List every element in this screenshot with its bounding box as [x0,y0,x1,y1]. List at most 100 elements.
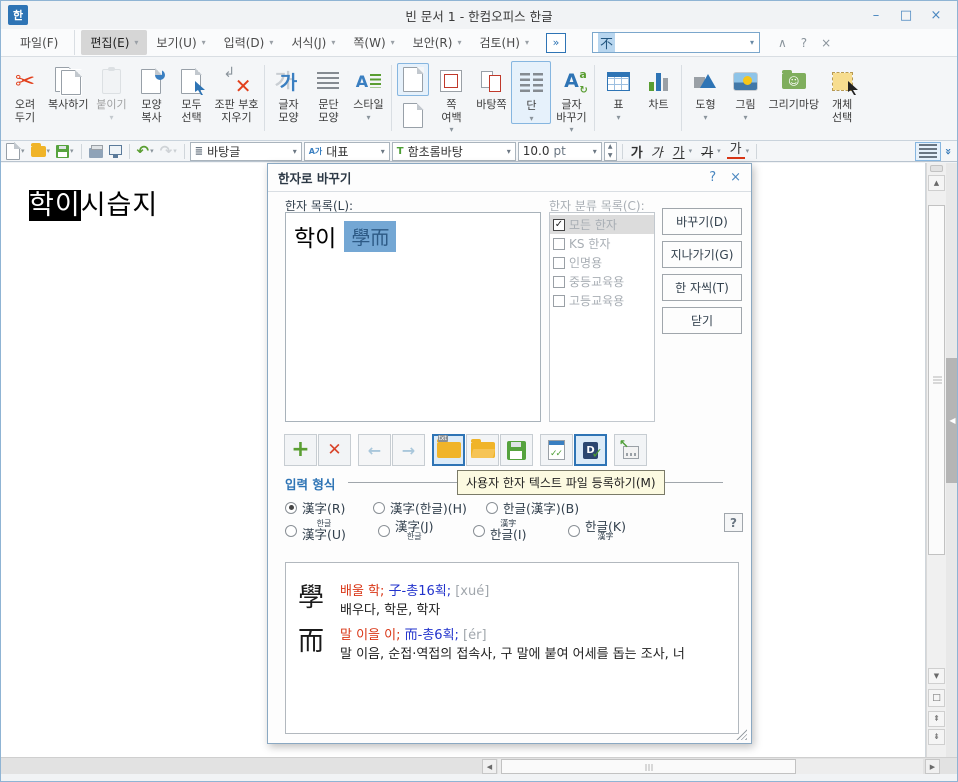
next-page-button[interactable]: ⇟ [928,729,945,745]
apply-dictionary-button[interactable]: D✓ [574,434,607,466]
menu-page[interactable]: 쪽(W)▾ [344,30,403,55]
minimize-button[interactable]: – [863,6,889,24]
delete-hanja-button[interactable]: ✕ [318,434,351,466]
dialog-help-button[interactable]: ? [709,170,716,185]
search-input[interactable]: 不 ▾ [592,32,760,53]
preview-button[interactable] [107,142,124,160]
page-fit-button[interactable]: □ [928,689,945,707]
radio-hangul-ruby-above[interactable]: 漢字한글(I) [473,520,568,542]
save-button[interactable]: ▾ [54,142,76,160]
horizontal-scroll-thumb[interactable] [501,759,796,774]
vertical-scrollbar[interactable]: ▲ ▼ □ ⇞ ⇟ [926,163,946,757]
copy-button[interactable]: 복사하기 [45,61,91,112]
page-view-top-button[interactable] [397,63,429,96]
register-user-hanja-text-file-button[interactable]: txt [432,434,465,466]
select-all-button[interactable]: 모두 선택 [171,61,211,124]
checklist-button[interactable]: ✓✓ [540,434,573,466]
strikethrough-button[interactable]: 가▾ [696,142,722,160]
open-hanja-file-button[interactable] [466,434,499,466]
font-size-combo[interactable]: 10.0 pt▾ [518,142,602,161]
previous-page-button[interactable]: ⇞ [928,711,945,727]
horizontal-scrollbar[interactable] [498,759,923,774]
radio-hanja-hangul-paren[interactable]: 漢字(한글)(H) [373,498,486,517]
hanja-category-list[interactable]: ✓모든 한자 KS 한자 인명용 중등교육용 고등교육용 [549,212,655,422]
columns-button[interactable]: 단 [511,61,551,124]
italic-button[interactable]: 가 [648,142,666,161]
checkbox-icon[interactable] [553,295,565,307]
category-row-ks[interactable]: KS 한자 [550,234,654,253]
rep-combo[interactable]: A가 대표▾ [304,142,390,161]
split-view-handle[interactable] [930,165,943,172]
scroll-down-button[interactable]: ▼ [928,668,945,684]
checkbox-icon[interactable] [553,257,565,269]
format-help-button[interactable]: ? [724,513,743,532]
open-button[interactable]: ▾ [29,142,53,160]
shapes-button[interactable]: 도형 [685,61,725,122]
menu-input[interactable]: 입력(D)▾ [215,30,283,55]
scroll-left-button[interactable]: ◀ [482,759,497,774]
object-select-button[interactable]: 개체 선택 [822,61,862,124]
menu-edit[interactable]: 편집(E)▾ [81,30,147,55]
clipart-button[interactable]: ☺ 그리기마당 [765,61,822,112]
hanja-candidate-list[interactable]: 학이 學而 [285,212,541,422]
underline-button[interactable]: 가▾ [668,142,694,160]
vertical-scroll-thumb[interactable] [928,205,945,555]
menu-format[interactable]: 서식(J)▾ [282,30,344,55]
prev-candidate-button[interactable]: ← [358,434,391,466]
radio-hangul-ruby-below[interactable]: 한글(K)漢字 [568,520,626,542]
radio-hangul-hanja-paren[interactable]: 한글(漢字)(B) [486,498,579,517]
erase-marks-button[interactable]: ↲✕ 조판 부호 지우기 [211,61,261,124]
find-replace-button[interactable]: Aa↻ 글자 바꾸기 [551,61,591,134]
line-spacing-button[interactable] [915,142,941,161]
font-combo[interactable]: T 함초롬바탕▾ [392,142,516,161]
next-candidate-button[interactable]: → [392,434,425,466]
picture-button[interactable]: 그림 [725,61,765,122]
scroll-up-button[interactable]: ▲ [928,175,945,191]
chart-button[interactable]: 차트 [638,61,678,112]
font-color-button[interactable]: 가▾ [725,142,751,160]
add-hanja-button[interactable]: + [284,434,317,466]
new-document-button[interactable]: ▾ [4,142,27,160]
menu-view[interactable]: 보기(U)▾ [147,30,214,55]
para-shape-button[interactable]: 문단 모양 [308,61,348,124]
checkbox-checked-icon[interactable]: ✓ [553,219,565,231]
maximize-button[interactable]: □ [893,6,919,24]
radio-hanja-only[interactable]: 漢字(R) [285,498,373,517]
style-button[interactable]: A 스타일 [348,61,388,122]
ribbon-collapse-button[interactable]: ∧ [778,36,787,50]
register-to-dialog-button[interactable]: ↖ [614,434,647,466]
hanja-candidate-selected[interactable]: 學而 [344,221,396,252]
style-combo[interactable]: ≣ 바탕글▾ [190,142,302,161]
format-painter-button[interactable]: 모양 복사 [131,61,171,124]
category-row-high[interactable]: 고등교육용 [550,291,654,310]
skip-button[interactable]: 지나가기(G) [662,241,742,268]
dialog-close-button[interactable]: × [730,170,741,185]
redo-button[interactable]: ↷▾ [158,142,179,160]
bold-button[interactable]: 가 [628,142,646,161]
paste-button[interactable]: 붙이기 [91,61,131,122]
close-dialog-button[interactable]: 닫기 [662,307,742,334]
undo-button[interactable]: ↶▾ [135,142,156,160]
expand-toolbar-button[interactable]: » [943,142,954,160]
close-button[interactable]: × [923,6,949,24]
menu-close-button[interactable]: × [821,36,831,50]
menu-security[interactable]: 보안(R)▾ [404,30,471,55]
checkbox-icon[interactable] [553,276,565,288]
one-char-button[interactable]: 한 자씩(T) [662,274,742,301]
page-margin-button[interactable]: 쪽 여백 [431,61,471,134]
menu-file[interactable]: 파일(F) [11,30,75,55]
menu-review[interactable]: 검토(H)▾ [470,30,537,55]
help-button[interactable]: ? [801,36,807,50]
save-hanja-file-button[interactable] [500,434,533,466]
print-button[interactable] [87,142,105,160]
table-button[interactable]: 표 [598,61,638,122]
category-row-middle[interactable]: 중등교육용 [550,272,654,291]
category-row-all[interactable]: ✓모든 한자 [550,215,654,234]
menu-overflow-button[interactable]: » [546,33,566,53]
master-page-button[interactable]: 바탕쪽 [471,61,511,112]
category-row-names[interactable]: 인명용 [550,253,654,272]
font-size-spinner[interactable]: ▲▼ [604,142,617,161]
page-view-bottom-button[interactable] [397,99,429,132]
radio-hanja-ruby-below[interactable]: 漢字(J)한글 [378,520,473,542]
radio-hanja-ruby-above[interactable]: 한글漢字(U) [285,520,378,542]
